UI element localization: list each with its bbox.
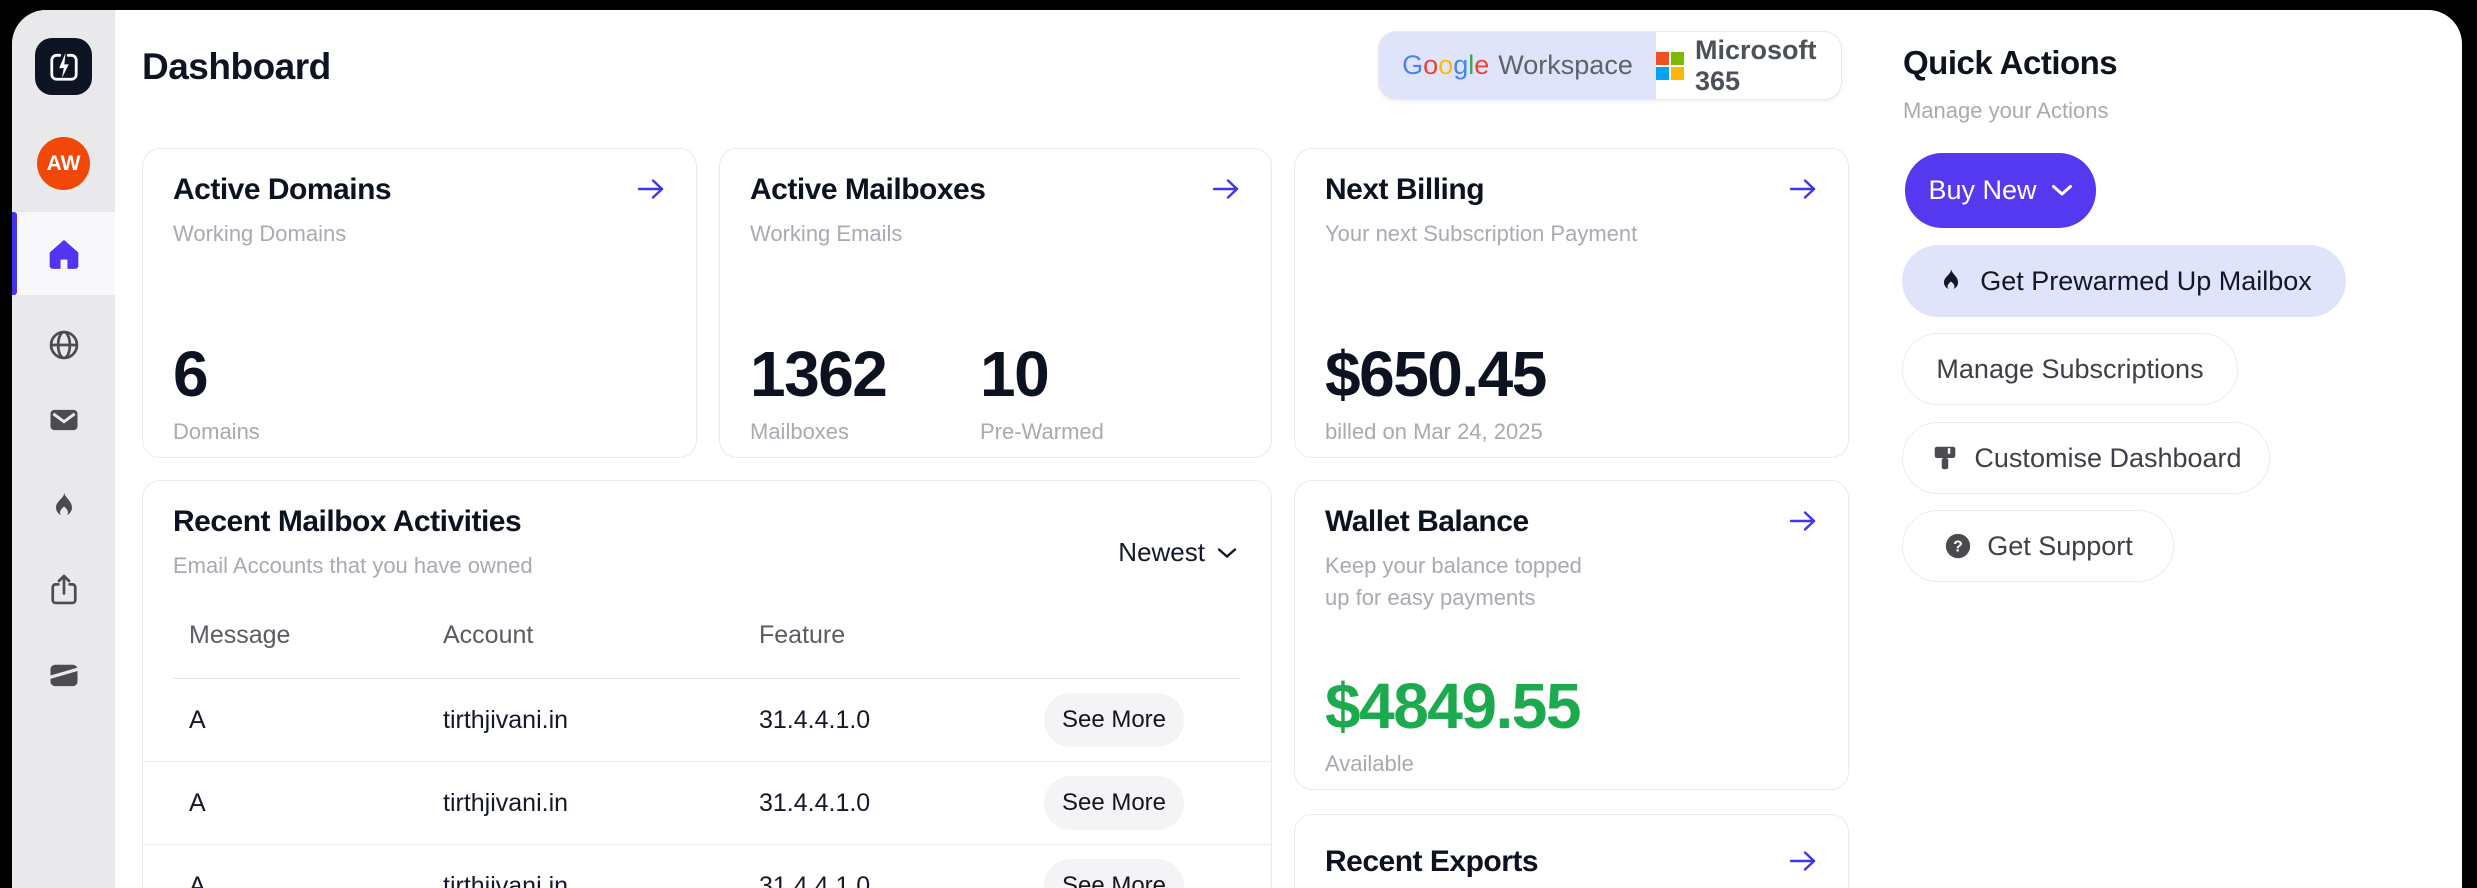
google-workspace-label: Workspace bbox=[1498, 50, 1633, 81]
bolt-in-square-icon bbox=[47, 50, 81, 84]
flame-icon bbox=[1936, 266, 1966, 296]
table-row: A tirthjivani.in 31.4.4.1.0 See More bbox=[143, 762, 1271, 845]
paintbrush-icon bbox=[1930, 443, 1960, 473]
cell-feature: 31.4.4.1.0 bbox=[759, 679, 870, 762]
home-icon bbox=[46, 236, 82, 272]
card-title: Recent Mailbox Activities bbox=[173, 505, 521, 539]
sort-dropdown[interactable]: Newest bbox=[1118, 537, 1237, 568]
avatar[interactable]: AW bbox=[37, 137, 90, 190]
table-header-row: Message Account Feature bbox=[143, 621, 1271, 669]
sidebar-item-domains[interactable] bbox=[12, 315, 115, 375]
billing-date-label: billed on Mar 24, 2025 bbox=[1325, 419, 1546, 445]
card-subtitle: Working Emails bbox=[750, 221, 902, 247]
see-more-button[interactable]: See More bbox=[1044, 693, 1184, 747]
buy-new-button[interactable]: Buy New bbox=[1905, 153, 2096, 228]
workspace-toggle: Google Workspace Microsoft 365 bbox=[1378, 31, 1842, 100]
domains-count-label: Domains bbox=[173, 419, 260, 445]
see-more-button[interactable]: See More bbox=[1044, 859, 1184, 888]
sidebar-item-exports[interactable] bbox=[12, 560, 115, 620]
quick-actions-subtitle: Manage your Actions bbox=[1903, 98, 2108, 124]
toggle-microsoft-365[interactable]: Microsoft 365 bbox=[1656, 32, 1841, 99]
mailboxes-count: 1362 bbox=[750, 337, 886, 411]
recent-mailbox-activities-card: Recent Mailbox Activities Email Accounts… bbox=[142, 480, 1272, 888]
prewarmed-count-label: Pre-Warmed bbox=[980, 419, 1104, 445]
app-logo[interactable] bbox=[35, 38, 92, 95]
wallet-balance-card: Wallet Balance Keep your balance topped … bbox=[1294, 480, 1849, 790]
quick-actions-title: Quick Actions bbox=[1903, 44, 2117, 82]
domains-count: 6 bbox=[173, 337, 260, 411]
buy-new-label: Buy New bbox=[1928, 175, 2036, 206]
flame-icon bbox=[47, 489, 81, 523]
cell-message: A bbox=[189, 762, 206, 845]
button-label: Manage Subscriptions bbox=[1936, 354, 2203, 385]
button-label: Get Support bbox=[1987, 531, 2133, 562]
question-circle-icon: ? bbox=[1943, 531, 1973, 561]
google-logo-text: Google bbox=[1402, 50, 1489, 81]
cell-message: A bbox=[189, 679, 206, 762]
sidebar-item-mailboxes[interactable] bbox=[12, 390, 115, 450]
billing-amount: $650.45 bbox=[1325, 337, 1546, 411]
arrow-right-icon[interactable] bbox=[636, 177, 666, 206]
cell-account: tirthjivani.in bbox=[443, 762, 568, 845]
wallet-balance-label: Available bbox=[1325, 751, 1580, 777]
arrow-right-icon[interactable] bbox=[1788, 849, 1818, 878]
chevron-down-icon bbox=[2051, 184, 2073, 197]
cell-account: tirthjivani.in bbox=[443, 679, 568, 762]
get-prewarmed-mailbox-button[interactable]: Get Prewarmed Up Mailbox bbox=[1902, 245, 2346, 317]
active-indicator-bar bbox=[12, 212, 17, 295]
mailboxes-count-label: Mailboxes bbox=[750, 419, 886, 445]
table-row: A tirthjivani.in 31.4.4.1.0 See More bbox=[143, 679, 1271, 762]
recent-exports-card: Recent Exports bbox=[1294, 814, 1849, 888]
active-mailboxes-card: Active Mailboxes Working Emails 1362 Mai… bbox=[719, 148, 1272, 458]
cell-feature: 31.4.4.1.0 bbox=[759, 762, 870, 845]
cell-account: tirthjivani.in bbox=[443, 845, 568, 888]
table-row: A tirthjivani.in 31.4.4.1.0 See More bbox=[143, 845, 1271, 888]
customise-dashboard-button[interactable]: Customise Dashboard bbox=[1902, 422, 2270, 494]
sidebar-item-home[interactable] bbox=[12, 212, 115, 295]
button-label: Customise Dashboard bbox=[1974, 443, 2241, 474]
sidebar: AW bbox=[12, 10, 115, 888]
card-subtitle-line1: Keep your balance topped bbox=[1325, 553, 1582, 579]
prewarmed-count: 10 bbox=[980, 337, 1104, 411]
toggle-google-workspace[interactable]: Google Workspace bbox=[1379, 32, 1656, 99]
card-subtitle-line2: up for easy payments bbox=[1325, 585, 1535, 611]
card-title: Active Mailboxes bbox=[750, 173, 985, 207]
see-more-button[interactable]: See More bbox=[1044, 776, 1184, 830]
card-subtitle: Your next Subscription Payment bbox=[1325, 221, 1637, 247]
avatar-initials: AW bbox=[47, 152, 81, 176]
microsoft-logo-icon bbox=[1656, 52, 1684, 80]
get-support-button[interactable]: ? Get Support bbox=[1902, 510, 2174, 582]
manage-subscriptions-button[interactable]: Manage Subscriptions bbox=[1902, 333, 2238, 405]
card-subtitle: Email Accounts that you have owned bbox=[173, 553, 533, 579]
sort-label: Newest bbox=[1118, 537, 1205, 568]
button-label: Get Prewarmed Up Mailbox bbox=[1980, 266, 2312, 297]
column-header-message: Message bbox=[189, 621, 290, 650]
column-header-feature: Feature bbox=[759, 621, 845, 650]
sidebar-item-warmup[interactable] bbox=[12, 476, 115, 536]
arrow-right-icon[interactable] bbox=[1788, 509, 1818, 538]
app-window: AW bbox=[12, 10, 2462, 888]
wallet-icon bbox=[46, 658, 82, 694]
wallet-balance-amount: $4849.55 bbox=[1325, 669, 1580, 743]
card-title: Wallet Balance bbox=[1325, 505, 1529, 539]
card-title: Next Billing bbox=[1325, 173, 1484, 207]
chevron-down-icon bbox=[1217, 547, 1237, 559]
column-header-account: Account bbox=[443, 621, 533, 650]
cell-feature: 31.4.4.1.0 bbox=[759, 845, 870, 888]
card-title: Active Domains bbox=[173, 173, 391, 207]
next-billing-card: Next Billing Your next Subscription Paym… bbox=[1294, 148, 1849, 458]
active-domains-card: Active Domains Working Domains 6 Domains bbox=[142, 148, 697, 458]
page-title: Dashboard bbox=[142, 46, 331, 88]
card-title: Recent Exports bbox=[1325, 845, 1538, 879]
arrow-right-icon[interactable] bbox=[1211, 177, 1241, 206]
cell-message: A bbox=[189, 845, 206, 888]
svg-text:?: ? bbox=[1953, 539, 1963, 556]
sidebar-item-wallet[interactable] bbox=[12, 646, 115, 706]
arrow-right-icon[interactable] bbox=[1788, 177, 1818, 206]
microsoft-365-label: Microsoft 365 bbox=[1695, 35, 1841, 97]
card-subtitle: Working Domains bbox=[173, 221, 346, 247]
globe-icon bbox=[46, 327, 82, 363]
mail-icon bbox=[46, 402, 82, 438]
export-icon bbox=[46, 572, 82, 608]
